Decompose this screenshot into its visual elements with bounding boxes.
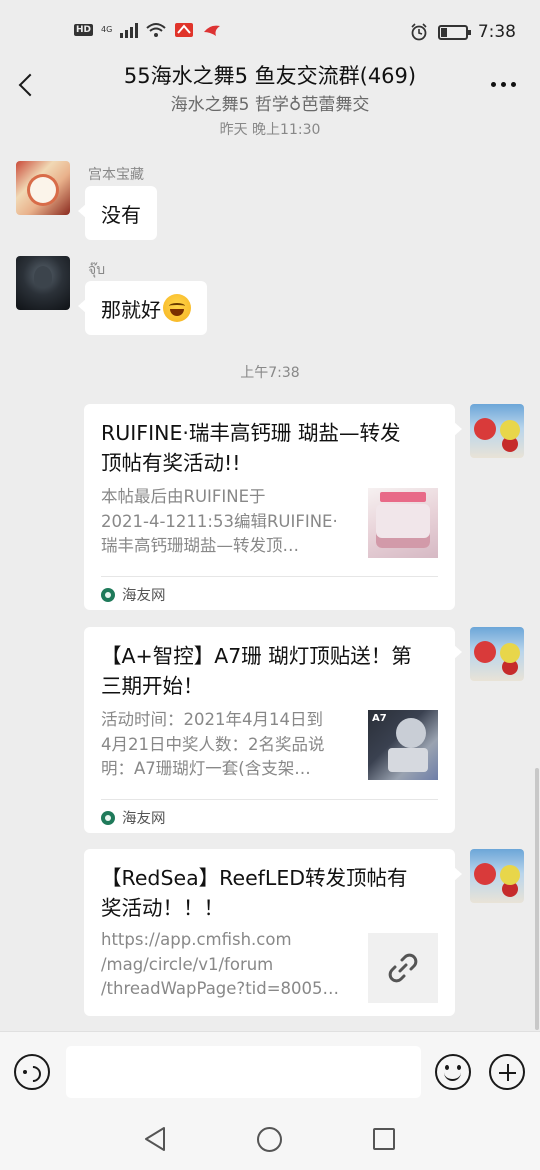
sender-name: 宫本宝藏 [88, 167, 144, 183]
clock: 7:38 [477, 22, 516, 42]
message-bubble[interactable]: 没有 [78, 186, 157, 240]
card-thumbnail [368, 933, 438, 1003]
system-navigation-bar [0, 1110, 540, 1170]
bird-app-icon [204, 25, 221, 36]
link-icon [388, 953, 418, 983]
nav-home-icon[interactable] [257, 1127, 282, 1152]
nav-back-icon[interactable] [143, 1126, 167, 1152]
card-source: 海友网 [101, 584, 166, 605]
thumbnail-label: A7 [372, 713, 387, 724]
status-right: 7:38 [410, 22, 516, 42]
network-type: 4G [101, 25, 113, 34]
card-thumbnail [368, 488, 438, 558]
card-description: https://app.cmfish.com /mag/circle/v1/fo… [101, 930, 340, 998]
voice-input-button[interactable] [14, 1054, 50, 1090]
avatar[interactable] [16, 256, 70, 310]
wifi-icon [146, 23, 166, 37]
scrollbar[interactable] [535, 768, 539, 1030]
chat-header: 55海水之舞5 鱼友交流群(469) 海水之舞5 哲学♁芭蕾舞交 [0, 56, 540, 118]
message-text: 那就好 [101, 297, 161, 322]
back-button[interactable] [16, 70, 40, 100]
battery-icon [437, 24, 471, 40]
chat-subtitle: 海水之舞5 哲学♁芭蕾舞交 [170, 95, 370, 115]
card-title: 【A+智控】A7珊 瑚灯顶贴送！第 三期开始！ [101, 644, 412, 698]
more-functions-button[interactable] [489, 1054, 525, 1090]
card-title: RUIFINE·瑞丰高钙珊 瑚盐—转发 顶帖有奖活动!! [101, 421, 401, 475]
avatar[interactable] [16, 161, 70, 215]
link-card[interactable]: 【A+智控】A7珊 瑚灯顶贴送！第 三期开始！ 活动时间：2021年4月14日到… [84, 627, 462, 833]
link-card[interactable]: RUIFINE·瑞丰高钙珊 瑚盐—转发 顶帖有奖活动!! 本帖最后由RUIFIN… [84, 404, 462, 610]
signal-icon [120, 22, 139, 38]
nav-recent-apps-icon[interactable] [373, 1128, 395, 1150]
status-bar: HD 4G 7:38 [0, 0, 540, 62]
input-bar [0, 1031, 540, 1110]
source-app-icon [101, 810, 115, 825]
avatar[interactable] [470, 849, 524, 903]
divider [101, 799, 438, 800]
card-thumbnail: A7 [368, 710, 438, 780]
more-options-button[interactable] [491, 76, 516, 93]
message-text: 没有 [101, 202, 141, 227]
avatar[interactable] [470, 404, 524, 458]
link-card[interactable]: 【RedSea】ReefLED转发顶帖有 奖活动！！！ https://app.… [84, 849, 462, 1016]
timestamp: 昨天 晚上11:30 [219, 122, 321, 138]
sender-name: จุ๊บ [88, 262, 106, 278]
card-source: 海友网 [101, 807, 166, 828]
laughing-emoji-icon [163, 294, 191, 322]
avatar[interactable] [470, 627, 524, 681]
emoji-button[interactable] [435, 1054, 471, 1090]
app-notification-icon [175, 23, 194, 37]
card-description: 本帖最后由RUIFINE于 2021-4-1211:53编辑RUIFINE· 瑞… [101, 487, 338, 555]
status-left: HD 4G [74, 22, 222, 38]
divider [101, 576, 438, 577]
message-input[interactable] [66, 1046, 421, 1098]
alarm-icon [411, 23, 427, 41]
card-description: 活动时间：2021年4月14日到 4月21日中奖人数：2名奖品说 明：A7珊瑚灯… [101, 710, 325, 778]
message-bubble[interactable]: 那就好 [78, 281, 207, 335]
chat-title: 55海水之舞5 鱼友交流群(469) [123, 64, 417, 88]
hd-badge: HD [74, 24, 94, 36]
source-app-icon [101, 587, 115, 602]
card-title: 【RedSea】ReefLED转发顶帖有 奖活动！！！ [101, 866, 408, 920]
timestamp: 上午7:38 [240, 365, 300, 381]
